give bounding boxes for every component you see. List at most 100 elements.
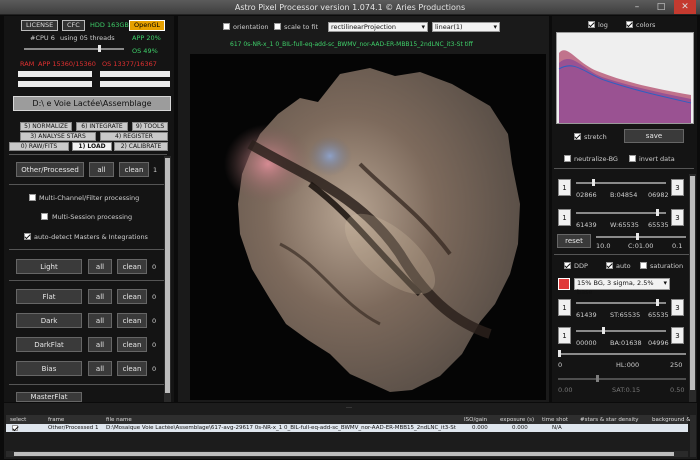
ddp-st-slider[interactable] bbox=[576, 299, 666, 306]
license-button[interactable]: LICENSE bbox=[21, 20, 59, 31]
ddp-label: DDP bbox=[574, 262, 588, 270]
light-clean-button[interactable]: clean bbox=[117, 259, 147, 274]
thread-slider[interactable] bbox=[24, 45, 124, 52]
row-select-checkbox[interactable] bbox=[12, 425, 18, 431]
flat-all-button[interactable]: all bbox=[88, 289, 112, 304]
image-canvas[interactable] bbox=[190, 54, 546, 400]
row-frame: Other/Processed 1 bbox=[48, 425, 99, 431]
ddp-ba-slider[interactable] bbox=[576, 327, 666, 334]
multi-session-checkbox[interactable] bbox=[41, 213, 48, 220]
auto-detect-checkbox[interactable] bbox=[24, 233, 31, 240]
col-header-iso-gain[interactable]: ISO/gain bbox=[464, 417, 487, 423]
bias-frames-button[interactable]: Bias bbox=[16, 361, 82, 376]
saturation-slider-knob[interactable] bbox=[596, 375, 599, 382]
left-panel-scrollbar-thumb[interactable] bbox=[165, 158, 170, 393]
thread-slider-knob[interactable] bbox=[98, 45, 101, 52]
white-point-decrease-button[interactable]: 1 bbox=[558, 209, 571, 226]
dark-clean-button[interactable]: clean bbox=[117, 313, 147, 328]
tab-normalize[interactable]: 5) NORMALIZE bbox=[20, 122, 72, 131]
bias-all-button[interactable]: all bbox=[88, 361, 112, 376]
invert-data-checkbox[interactable] bbox=[629, 155, 636, 162]
black-point-slider[interactable] bbox=[576, 179, 666, 186]
tab-load[interactable]: 1) LOAD bbox=[72, 142, 112, 151]
saturation-slider[interactable] bbox=[558, 375, 686, 382]
col-header-frame[interactable]: frame bbox=[48, 417, 64, 423]
splitter-grip-icon[interactable]: … bbox=[344, 404, 354, 410]
stretch-mode-dropdown[interactable]: linear(1) bbox=[432, 22, 500, 32]
close-button[interactable]: ✕ bbox=[674, 0, 696, 14]
tab-register[interactable]: 4) REGISTER bbox=[100, 132, 168, 141]
projection-dropdown[interactable]: rectilinearProjection bbox=[328, 22, 428, 32]
col-header-exposure[interactable]: exposure (s) bbox=[500, 417, 534, 423]
save-button[interactable]: save bbox=[624, 129, 684, 143]
col-header-file-name[interactable]: file name bbox=[106, 417, 132, 423]
tab-integrate[interactable]: 6) INTEGRATE bbox=[76, 122, 128, 131]
cfc-button[interactable]: CFC bbox=[62, 20, 85, 31]
dark-all-button[interactable]: all bbox=[88, 313, 112, 328]
darkflat-frames-button[interactable]: DarkFlat bbox=[16, 337, 82, 352]
black-max: 06982 bbox=[648, 191, 669, 199]
white-point-slider[interactable] bbox=[576, 209, 666, 216]
masterflat-frames-button[interactable]: MasterFlat bbox=[16, 392, 82, 402]
ddp-checkbox[interactable] bbox=[564, 262, 571, 269]
ddp-mode-dropdown[interactable]: 15% BG, 3 sigma, 2.5% base bbox=[574, 278, 670, 296]
colors-checkbox[interactable] bbox=[626, 21, 633, 28]
contrast-slider-knob[interactable] bbox=[636, 233, 639, 240]
log-checkbox[interactable] bbox=[588, 21, 595, 28]
cpu-count: #CPU 6 bbox=[30, 34, 55, 42]
table-vertical-scrollbar[interactable] bbox=[690, 415, 696, 457]
tab-calibrate[interactable]: 2) CALIBRATE bbox=[114, 142, 168, 151]
col-header-select[interactable]: select bbox=[10, 417, 26, 423]
contrast-slider[interactable] bbox=[596, 233, 686, 240]
left-panel-scrollbar[interactable] bbox=[164, 156, 171, 402]
light-frames-button[interactable]: Light bbox=[16, 259, 82, 274]
light-all-button[interactable]: all bbox=[88, 259, 112, 274]
ddp-st-increase-button[interactable]: 3 bbox=[671, 299, 684, 316]
minimize-button[interactable]: – bbox=[626, 0, 648, 14]
bias-clean-button[interactable]: clean bbox=[117, 361, 147, 376]
flat-frames-button[interactable]: Flat bbox=[16, 289, 82, 304]
divider bbox=[9, 249, 167, 250]
right-panel-scrollbar-thumb[interactable] bbox=[690, 176, 695, 390]
col-header-time-shot[interactable]: time shot bbox=[542, 417, 568, 423]
scale-to-fit-checkbox[interactable] bbox=[274, 23, 281, 30]
multi-channel-checkbox[interactable] bbox=[29, 194, 36, 201]
black-point-increase-button[interactable]: 3 bbox=[671, 179, 684, 196]
auto-checkbox[interactable] bbox=[606, 262, 613, 269]
tab-tools[interactable]: 9) TOOLS bbox=[132, 122, 168, 131]
tab-raw-fits[interactable]: 0) RAW/FITS bbox=[9, 142, 69, 151]
neutralize-bg-checkbox[interactable] bbox=[564, 155, 571, 162]
ddp-st-decrease-button[interactable]: 1 bbox=[558, 299, 571, 316]
highlight-slider[interactable] bbox=[558, 350, 686, 357]
ddp-st-slider-knob[interactable] bbox=[656, 299, 659, 306]
white-point-slider-knob[interactable] bbox=[656, 209, 659, 216]
table-horizontal-scrollbar[interactable] bbox=[6, 451, 688, 457]
tab-analyse-stars[interactable]: 3) ANALYSE STARS bbox=[20, 132, 96, 141]
other-processed-button[interactable]: Other/Processed bbox=[16, 162, 84, 177]
col-header-star-density[interactable]: #stars & star density bbox=[580, 417, 638, 423]
right-panel-scrollbar[interactable] bbox=[689, 174, 696, 402]
ddp-mode-color-indicator bbox=[558, 278, 570, 290]
highlight-slider-knob[interactable] bbox=[558, 350, 561, 357]
multi-channel-label: Multi-Channel/Filter processing bbox=[39, 194, 140, 202]
col-header-background[interactable]: background & bbox=[652, 417, 691, 423]
other-clean-button[interactable]: clean bbox=[119, 162, 149, 177]
orientation-checkbox[interactable] bbox=[223, 23, 230, 30]
darkflat-clean-button[interactable]: clean bbox=[117, 337, 147, 352]
saturation-checkbox[interactable] bbox=[640, 262, 647, 269]
stretch-checkbox[interactable] bbox=[574, 133, 581, 140]
reset-button[interactable]: reset bbox=[557, 234, 591, 248]
dark-frames-button[interactable]: Dark bbox=[16, 313, 82, 328]
table-scrollbar-thumb[interactable] bbox=[14, 452, 674, 456]
black-point-decrease-button[interactable]: 1 bbox=[558, 179, 571, 196]
maximize-button[interactable]: □ bbox=[650, 0, 672, 14]
white-point-increase-button[interactable]: 3 bbox=[671, 209, 684, 226]
ddp-ba-slider-knob[interactable] bbox=[602, 327, 605, 334]
flat-clean-button[interactable]: clean bbox=[117, 289, 147, 304]
ddp-ba-decrease-button[interactable]: 1 bbox=[558, 327, 571, 344]
other-all-button[interactable]: all bbox=[89, 162, 114, 177]
black-point-slider-knob[interactable] bbox=[592, 179, 595, 186]
ddp-ba-increase-button[interactable]: 3 bbox=[671, 327, 684, 344]
working-directory-button[interactable]: D:\ e Voie Lactée\Assemblage bbox=[13, 96, 171, 111]
darkflat-all-button[interactable]: all bbox=[88, 337, 112, 352]
